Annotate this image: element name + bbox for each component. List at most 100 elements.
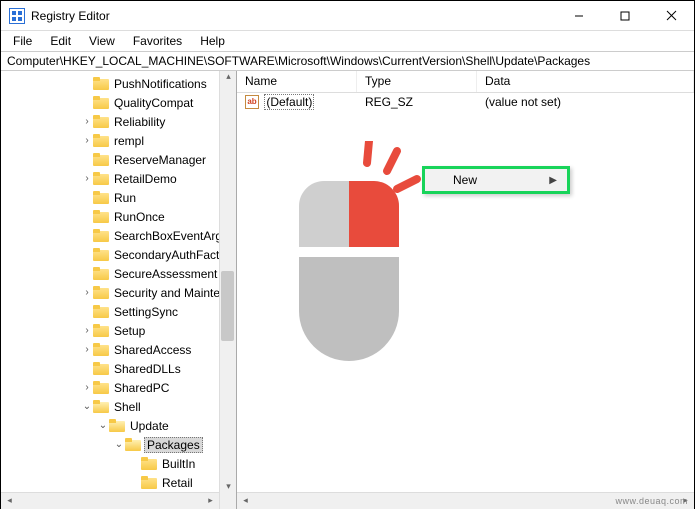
scroll-left-icon[interactable]: ◂ [1,495,18,506]
string-value-icon: ab [245,95,259,109]
list-header: Name Type Data [237,71,694,93]
tree-item-label: SharedAccess [112,343,193,357]
submenu-arrow-icon: ▶ [549,175,557,186]
tree-item-label: Shell [112,400,143,414]
tree-item-label: Update [128,419,171,433]
folder-icon [93,305,109,318]
chevron-down-icon[interactable]: ⌄ [97,420,109,431]
tree-item-label: Reliability [112,115,167,129]
value-data: (value not set) [477,95,694,109]
chevron-right-icon[interactable]: › [81,135,93,146]
tree-item[interactable]: PushNotifications [1,74,236,93]
title-bar: Registry Editor [1,1,694,31]
tree-item[interactable]: SecondaryAuthFact [1,245,236,264]
tree-item[interactable]: Run [1,188,236,207]
tree-item[interactable]: ⌄ Shell [1,397,236,416]
folder-icon [125,438,141,451]
tree-item[interactable]: › Reliability [1,112,236,131]
regedit-icon [9,8,25,24]
tree-item[interactable]: ⌄ Packages [1,435,236,454]
folder-icon [93,77,109,90]
tree-item[interactable]: Retail [1,473,236,492]
window-title: Registry Editor [31,9,110,23]
chevron-down-icon[interactable]: ⌄ [113,439,125,450]
tree-item[interactable]: BuiltIn [1,454,236,473]
tree-item-label: SecureAssessment [112,267,219,281]
tree-item-label: RunOnce [112,210,167,224]
folder-icon [93,381,109,394]
column-header-type[interactable]: Type [357,71,477,92]
folder-icon [93,362,109,375]
scroll-left-icon[interactable]: ◂ [237,495,254,506]
value-type: REG_SZ [357,95,477,109]
chevron-down-icon[interactable]: ⌄ [81,401,93,412]
tree-item-label: SettingSync [112,305,180,319]
menu-edit[interactable]: Edit [42,32,79,50]
tree-item[interactable]: QualityCompat [1,93,236,112]
tree-item[interactable]: ⌄ Update [1,416,236,435]
folder-icon [93,96,109,109]
tree-item[interactable]: › Setup [1,321,236,340]
tree-pane: PushNotifications QualityCompat › Reliabili… [1,71,237,509]
folder-icon [93,172,109,185]
chevron-right-icon[interactable]: › [81,116,93,127]
folder-icon [93,191,109,204]
chevron-right-icon[interactable]: › [81,344,93,355]
window-controls [556,1,694,30]
column-header-data[interactable]: Data [477,71,694,92]
close-button[interactable] [648,1,694,30]
folder-icon [93,153,109,166]
minimize-button[interactable] [556,1,602,30]
list-row[interactable]: ab (Default) REG_SZ (value not set) [237,93,694,111]
folder-icon [93,115,109,128]
menu-favorites[interactable]: Favorites [125,32,190,50]
address-bar[interactable]: Computer\HKEY_LOCAL_MACHINE\SOFTWARE\Mic… [1,51,694,71]
maximize-button[interactable] [602,1,648,30]
menu-file[interactable]: File [5,32,40,50]
tree-item-label: SecondaryAuthFact [112,248,221,262]
tree-item-label: SharedDLLs [112,362,183,376]
scroll-right-icon[interactable]: ▸ [202,495,219,506]
tree-item[interactable]: ReserveManager [1,150,236,169]
chevron-right-icon[interactable]: › [81,382,93,393]
tree-item[interactable]: › Security and Mainte [1,283,236,302]
scroll-down-icon[interactable]: ▾ [220,481,237,492]
tree-item-label: SearchBoxEventArg [112,229,224,243]
tree-item-label: Packages [144,437,203,453]
tree-item-label: QualityCompat [112,96,195,110]
menu-help[interactable]: Help [192,32,233,50]
tree-item[interactable]: SecureAssessment [1,264,236,283]
folder-icon [109,419,125,432]
folder-icon [93,400,109,413]
tree-item[interactable]: RunOnce [1,207,236,226]
tree-item[interactable]: › SharedPC [1,378,236,397]
tree-item-label: PushNotifications [112,77,209,91]
tree-item[interactable]: SearchBoxEventArg [1,226,236,245]
context-menu-label: New [453,173,477,187]
tree-item-label: Security and Mainte [112,286,222,300]
folder-icon [93,343,109,356]
value-name: (Default) [264,94,314,110]
scroll-up-icon[interactable]: ▴ [220,71,237,82]
folder-icon [93,267,109,280]
tree-item[interactable]: ›RetailDemo [1,169,236,188]
tree-item[interactable]: › SharedAccess [1,340,236,359]
folder-icon [93,134,109,147]
tree-item-label: ReserveManager [112,153,208,167]
column-header-name[interactable]: Name [237,71,357,92]
tree-item[interactable]: ›rempl [1,131,236,150]
chevron-right-icon[interactable]: › [81,173,93,184]
tree-item-label: Setup [112,324,147,338]
folder-icon [93,286,109,299]
context-menu-new[interactable]: New ▶ [422,166,570,194]
scroll-thumb[interactable] [221,271,234,341]
tree-scrollbar-vertical[interactable]: ▴ ▾ [219,71,236,509]
tree-item[interactable]: SharedDLLs [1,359,236,378]
tree-scrollbar-horizontal[interactable]: ◂ ▸ [1,492,219,509]
menu-view[interactable]: View [81,32,123,50]
chevron-right-icon[interactable]: › [81,325,93,336]
tree-item-label: SharedPC [112,381,171,395]
chevron-right-icon[interactable]: › [81,287,93,298]
folder-icon [93,229,109,242]
tree-item[interactable]: SettingSync [1,302,236,321]
